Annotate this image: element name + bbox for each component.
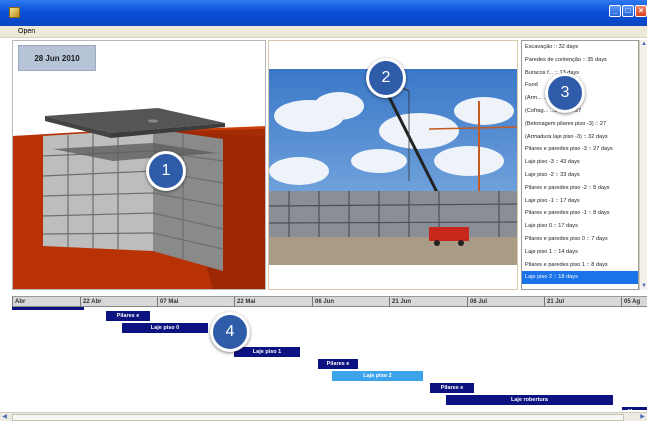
task-item[interactable]: Pilares e paredes piso -1 :: 8 days xyxy=(522,207,638,220)
date-display: 28 Jun 2010 xyxy=(18,45,96,71)
gantt-bar[interactable]: Laje piso 2 xyxy=(332,371,423,381)
task-item[interactable]: Pilares e paredes piso -2 :: 8 days xyxy=(522,182,638,195)
gantt-bar[interactable]: Pilares e xyxy=(106,311,150,321)
task-list[interactable]: Escavação :: 32 days Paredes de contenção… xyxy=(521,40,639,290)
task-item[interactable]: Laje piso -1 :: 17 days xyxy=(522,195,638,208)
timeline-tick: Abr xyxy=(12,297,25,307)
task-item[interactable]: Laje piso -2 :: 33 days xyxy=(522,169,638,182)
task-item[interactable]: Pilares e paredes piso 0 :: 7 days xyxy=(522,233,638,246)
marker-1: 1 xyxy=(146,151,186,191)
gantt-timeline[interactable]: Abr 22 Abr 07 Mai 22 Mai 06 Jun 21 Jun 06 Jul 2… xyxy=(12,296,647,410)
task-item[interactable]: Laje piso 0 :: 17 days xyxy=(522,220,638,233)
timeline-tick: 07 Mai xyxy=(157,297,178,307)
building-3d-view[interactable]: 28 Jun 2010 xyxy=(12,40,266,290)
marker-2: 2 xyxy=(366,58,406,98)
scroll-down-arrow-icon[interactable]: ▼ xyxy=(640,282,647,290)
task-item[interactable]: Laje piso -3 :: 43 days xyxy=(522,156,638,169)
timeline-tick: 05 Ag xyxy=(621,297,640,307)
timeline-scrollbar[interactable]: ◀ ▶ xyxy=(0,412,647,421)
scroll-left-arrow-icon[interactable]: ◀ xyxy=(0,413,9,421)
timeline-tick: 21 Jul xyxy=(544,297,564,307)
scroll-up-arrow-icon[interactable]: ▲ xyxy=(640,40,647,48)
menu-bar: Open xyxy=(0,26,647,38)
marker-3: 3 xyxy=(545,73,585,113)
scroll-right-arrow-icon[interactable]: ▶ xyxy=(638,413,647,421)
task-item[interactable]: (Cofrag... ...so -3) :: 27 xyxy=(522,105,638,118)
timeline-tick: 21 Jun xyxy=(389,297,411,307)
gantt-bar[interactable]: Pilares e xyxy=(430,383,474,393)
task-item[interactable]: Buracos f... :: 13 days xyxy=(522,67,638,80)
close-button[interactable] xyxy=(635,5,647,17)
timeline-tick: 06 Jul xyxy=(467,297,487,307)
timeline-tick: 22 Mai xyxy=(234,297,255,307)
menu-open[interactable]: Open xyxy=(18,28,35,35)
gantt-bar-partial[interactable] xyxy=(12,307,84,310)
scroll-thumb[interactable] xyxy=(12,414,624,421)
task-list-scrollbar[interactable]: ▲ ▼ xyxy=(639,40,647,290)
gantt-bar[interactable]: Laje piso 1 xyxy=(234,347,300,357)
maximize-button[interactable] xyxy=(622,5,634,17)
task-item[interactable]: Laje piso 1 :: 14 days xyxy=(522,246,638,259)
marker-4: 4 xyxy=(210,312,250,352)
timeline-tick: 22 Abr xyxy=(80,297,101,307)
gantt-bar[interactable]: Laje piso 0 xyxy=(122,323,208,333)
task-item[interactable]: Escavação :: 32 days xyxy=(522,41,638,54)
minimize-button[interactable] xyxy=(609,5,621,17)
task-item[interactable]: Pilares e paredes piso 1 :: 8 days xyxy=(522,259,638,272)
title-bar xyxy=(0,0,647,26)
gantt-bar[interactable]: Pilares e xyxy=(318,359,358,369)
task-item[interactable]: (Betonagem pilares piso -3) :: 27 xyxy=(522,118,638,131)
gantt-bar[interactable]: Laje robertura xyxy=(446,395,613,405)
task-item[interactable]: (Armadura laje piso -3) :: 32 days xyxy=(522,131,638,144)
app-icon xyxy=(9,7,20,18)
task-item[interactable]: Laje piso 2 :: 18 days xyxy=(522,271,638,285)
timeline-tick: 06 Jun xyxy=(312,297,334,307)
task-item[interactable]: Pilares e paredes piso -3 :: 27 days xyxy=(522,143,638,156)
gantt-bar[interactable]: Muro xyxy=(622,407,647,410)
timeline-ruler: Abr 22 Abr 07 Mai 22 Mai 06 Jun 21 Jun 06 Jul 2… xyxy=(12,297,647,307)
building-3d-model xyxy=(13,108,265,289)
task-item[interactable]: Paredes de contenção :: 35 days xyxy=(522,54,638,67)
